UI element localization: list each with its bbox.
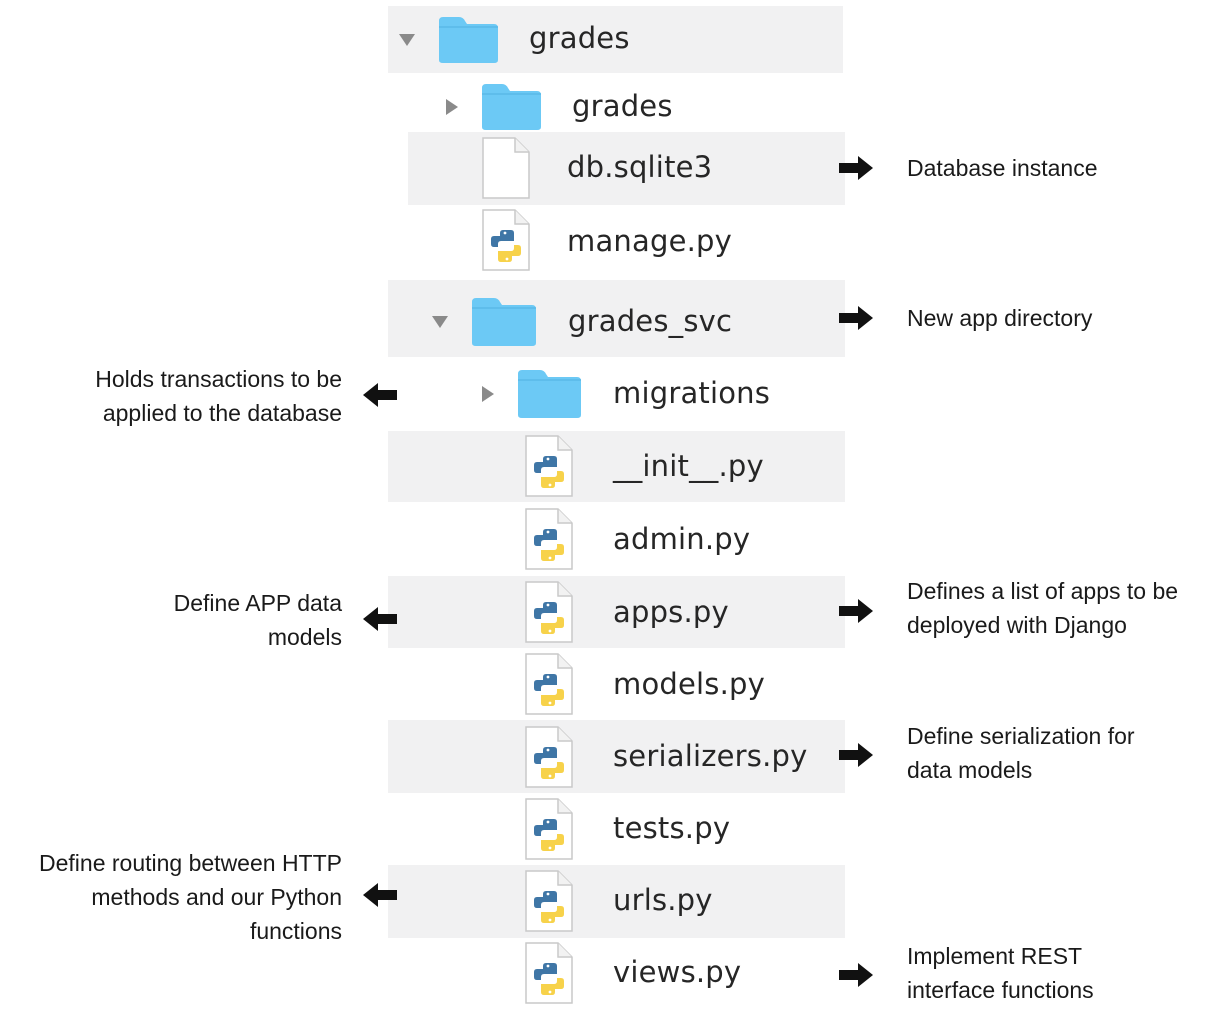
disclosure-closed-icon[interactable]	[482, 386, 494, 402]
annotation-apps-list: Defines a list of apps to be deployed wi…	[907, 574, 1178, 642]
folder-icon	[516, 368, 583, 420]
folder-name-grades-root: grades	[529, 21, 630, 55]
annotation-rest-functions: Implement REST interface functions	[907, 939, 1094, 1007]
folder-name-grades-svc: grades_svc	[568, 304, 733, 338]
arrow-left-icon	[362, 606, 398, 632]
annotation-database-instance: Database instance	[907, 151, 1098, 185]
folder-icon	[437, 15, 500, 65]
file-name-serializers-py: serializers.py	[613, 739, 808, 773]
annotation-line: data models	[907, 757, 1033, 783]
folder-icon	[470, 296, 538, 348]
disclosure-closed-icon[interactable]	[446, 99, 458, 115]
annotation-line: models	[267, 624, 342, 650]
arrow-left-icon	[362, 382, 398, 408]
annotation-line: Holds transactions to be	[95, 366, 342, 392]
file-name-manage-py: manage.py	[567, 224, 733, 258]
annotation-data-models: Define APP data models	[174, 586, 342, 654]
python-file-icon	[523, 507, 575, 571]
annotation-line: Define APP data	[173, 590, 342, 616]
folder-name-grades-package: grades	[572, 89, 673, 123]
file-name-tests-py: tests.py	[613, 811, 731, 845]
python-file-icon	[523, 725, 575, 789]
file-name-models-py: models.py	[613, 667, 765, 701]
arrow-right-icon	[838, 962, 874, 988]
annotation-line: functions	[249, 918, 342, 944]
file-name-db-sqlite3: db.sqlite3	[567, 150, 713, 184]
python-file-icon	[523, 797, 575, 861]
python-file-icon	[523, 580, 575, 644]
python-file-icon	[523, 941, 575, 1005]
python-file-icon	[523, 652, 575, 716]
annotation-routing: Define routing between HTTP methods and …	[39, 846, 342, 948]
python-file-icon	[523, 869, 575, 933]
annotation-line: methods and our Python	[91, 884, 342, 910]
annotation-line: New app directory	[907, 305, 1093, 331]
disclosure-open-icon[interactable]	[432, 316, 448, 328]
arrow-right-icon	[838, 155, 874, 181]
annotation-serialization: Define serialization for data models	[907, 719, 1135, 787]
annotation-line: deployed with Django	[907, 612, 1127, 638]
file-name-init-py: __init__.py	[613, 449, 764, 483]
blank-file-icon	[480, 136, 532, 200]
arrow-left-icon	[362, 882, 398, 908]
arrow-right-icon	[838, 742, 874, 768]
folder-name-migrations: migrations	[613, 376, 771, 410]
annotation-line: applied to the database	[102, 400, 342, 426]
annotation-line: Define serialization for	[907, 723, 1135, 749]
annotation-line: Define routing between HTTP	[39, 850, 342, 876]
annotation-new-app-directory: New app directory	[907, 301, 1092, 335]
disclosure-open-icon[interactable]	[399, 34, 415, 46]
annotation-migrations: Holds transactions to be applied to the …	[95, 362, 342, 430]
annotation-line: Implement REST	[907, 943, 1083, 969]
python-file-icon	[480, 208, 532, 272]
annotation-line: Defines a list of apps to be	[907, 578, 1179, 604]
file-name-urls-py: urls.py	[613, 883, 713, 917]
arrow-right-icon	[838, 305, 874, 331]
file-name-admin-py: admin.py	[613, 522, 751, 556]
arrow-right-icon	[838, 598, 874, 624]
file-name-views-py: views.py	[613, 955, 742, 989]
folder-icon	[480, 82, 543, 132]
file-name-apps-py: apps.py	[613, 595, 729, 629]
python-file-icon	[523, 434, 575, 498]
annotation-line: Database instance	[907, 155, 1098, 181]
annotation-line: interface functions	[907, 977, 1094, 1003]
